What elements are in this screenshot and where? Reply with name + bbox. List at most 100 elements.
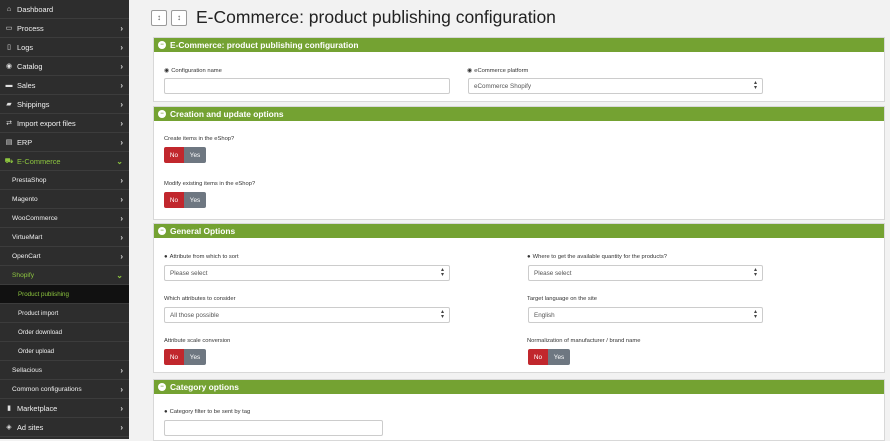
sidebar-item-label: Catalog (17, 61, 43, 71)
sidebar-item-label: Order upload (18, 347, 55, 355)
sidebar-item-magento[interactable]: Magento › (0, 190, 129, 209)
create-items-toggle: No Yes (164, 147, 206, 163)
sidebar-item-label: Process (17, 23, 44, 33)
sidebar-item-label: Product publishing (18, 290, 69, 298)
collapse-icon[interactable]: − (158, 41, 166, 49)
collapse-icon[interactable]: − (158, 383, 166, 391)
erp-icon: ▤ (5, 139, 13, 146)
no-button[interactable]: No (164, 349, 184, 365)
panel-header[interactable]: − E-Commerce: product publishing configu… (154, 38, 884, 52)
sidebar-item-prestashop[interactable]: PrestaShop › (0, 171, 129, 190)
sidebar-item-label: Dashboard (17, 4, 54, 14)
sidebar-item-product-import[interactable]: Product import (0, 304, 129, 323)
chevron-right-icon: › (120, 61, 123, 71)
sidebar-item-label: Import export files (17, 118, 76, 128)
chevron-right-icon: › (120, 137, 123, 147)
sidebar-item-virtuemart[interactable]: VirtueMart › (0, 228, 129, 247)
truck-icon: ▰ (6, 101, 12, 108)
reorder-button[interactable]: ↕ (171, 9, 187, 26)
sidebar-item-label: Shippings (17, 99, 50, 109)
creation-panel: − Creation and update options Create ite… (153, 106, 885, 220)
attributes-select[interactable]: All those possible ▴ ▾ (164, 307, 450, 323)
sales-icon: ▬ (5, 81, 13, 89)
cart-icon: ⛟ (4, 157, 14, 165)
catalog-icon: ◉ (5, 63, 13, 70)
sidebar-item-sellacious[interactable]: Sellacious › (0, 361, 129, 380)
scale-conversion-label: Attribute scale conversion (164, 338, 231, 344)
chevron-right-icon: › (120, 232, 123, 242)
no-button[interactable]: No (164, 192, 184, 208)
eye-icon: ◉ (467, 68, 473, 74)
sidebar-item-label: Common configurations (12, 385, 82, 393)
select-arrows-icon: ▴ ▾ (753, 267, 757, 278)
select-arrows-icon: ▴ ▾ (753, 309, 757, 320)
chevron-right-icon: › (120, 42, 123, 52)
sidebar-item-logs[interactable]: ▯ Logs › (0, 38, 129, 57)
target-language-select[interactable]: English ▴ ▾ (528, 307, 763, 323)
category-filter-label: ● Category filter to be sent by tag (164, 409, 251, 415)
sidebar-item-dashboard[interactable]: ⌂ Dashboard (0, 0, 129, 19)
sidebar-item-ad-sites[interactable]: ◈ Ad sites › (0, 418, 129, 437)
main-content: ↕ ↕ E-Commerce: product publishing confi… (129, 0, 890, 441)
sidebar-item-erp[interactable]: ▤ ERP › (0, 133, 129, 152)
panel-header[interactable]: − General Options (154, 224, 884, 238)
sidebar-item-import-export[interactable]: ⇄ Import export files › (0, 114, 129, 133)
collapse-icon[interactable]: − (158, 227, 166, 235)
sidebar-item-label: OpenCart (12, 252, 41, 260)
sidebar-item-marketplace[interactable]: ▮ Marketplace › (0, 399, 129, 418)
configuration-name-input[interactable] (164, 78, 450, 94)
sidebar-item-sales[interactable]: ▬ Sales › (0, 76, 129, 95)
config-panel: − E-Commerce: product publishing configu… (153, 37, 885, 102)
category-filter-input[interactable] (164, 420, 383, 436)
yes-button[interactable]: Yes (184, 192, 206, 208)
move-up-down-button[interactable]: ↕ (151, 9, 167, 26)
modify-items-label: Modify existing items in the eShop? (164, 181, 256, 187)
panel-header[interactable]: − Category options (154, 380, 884, 394)
yes-button[interactable]: Yes (184, 147, 206, 163)
sidebar-item-common-configurations[interactable]: Common configurations › (0, 380, 129, 399)
title-bar: ↕ ↕ E-Commerce: product publishing confi… (151, 7, 556, 28)
brand-normalization-toggle: No Yes (528, 349, 570, 365)
chevron-right-icon: › (120, 23, 123, 33)
sidebar-item-catalog[interactable]: ◉ Catalog › (0, 57, 129, 76)
yes-button[interactable]: Yes (548, 349, 570, 365)
collapse-icon[interactable]: − (158, 110, 166, 118)
no-button[interactable]: No (164, 147, 184, 163)
ecommerce-platform-select[interactable]: eCommerce Shopify ▴ ▾ (468, 78, 763, 94)
sidebar-item-label: Order download (18, 328, 63, 336)
sidebar-item-label: VirtueMart (12, 233, 43, 241)
sidebar-item-order-download[interactable]: Order download (0, 323, 129, 342)
panel-header[interactable]: − Creation and update options (154, 107, 884, 121)
chevron-right-icon: › (120, 213, 123, 223)
sort-attribute-select[interactable]: Please select ▴ ▾ (164, 265, 450, 281)
select-arrows-icon: ▴ ▾ (440, 267, 444, 278)
sidebar-item-shippings[interactable]: ▰ Shippings › (0, 95, 129, 114)
page-title: E-Commerce: product publishing configura… (196, 7, 556, 27)
chevron-right-icon: › (120, 384, 123, 394)
chevron-right-icon: › (120, 422, 123, 432)
sidebar-item-order-upload[interactable]: Order upload (0, 342, 129, 361)
chevron-right-icon: › (120, 175, 123, 185)
select-arrows-icon: ▴ ▾ (440, 309, 444, 320)
sidebar-item-shopify[interactable]: Shopify ⌄ (0, 266, 129, 285)
panel-title: General Options (170, 226, 236, 236)
select-arrows-icon: ▴ ▾ (753, 80, 757, 91)
chevron-right-icon: › (120, 403, 123, 413)
sidebar-item-product-publishing[interactable]: Product publishing (0, 285, 129, 304)
chevron-right-icon: › (120, 194, 123, 204)
sidebar-item-woocommerce[interactable]: WooCommerce › (0, 209, 129, 228)
chevron-down-icon: ⌄ (116, 156, 123, 166)
sidebar-item-label: Product import (18, 309, 59, 317)
sidebar-item-process[interactable]: ▭ Process › (0, 19, 129, 38)
marketplace-icon: ▮ (7, 405, 11, 412)
modify-items-toggle: No Yes (164, 192, 206, 208)
sidebar-item-opencart[interactable]: OpenCart › (0, 247, 129, 266)
ecommerce-platform-label: ◉ eCommerce platform (467, 67, 529, 75)
sort-attribute-label: ● Attribute from which to sort (164, 254, 239, 260)
sidebar-item-ecommerce[interactable]: ⛟ E-Commerce ⌄ (0, 152, 129, 171)
category-options-panel: − Category options ● Category filter to b… (153, 379, 885, 441)
quantity-source-select[interactable]: Please select ▴ ▾ (528, 265, 763, 281)
no-button[interactable]: No (528, 349, 548, 365)
yes-button[interactable]: Yes (184, 349, 206, 365)
sidebar: ⌂ Dashboard ▭ Process › ▯ Logs › ◉ Catalog › ▬ S… (0, 0, 129, 439)
